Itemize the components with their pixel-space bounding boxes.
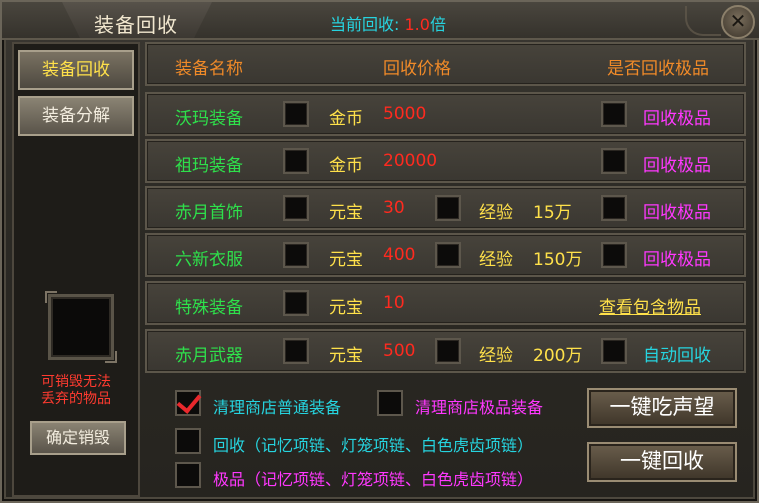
header-premium: 是否回收极品 (607, 59, 709, 79)
item-name: 祖玛装备 (175, 156, 243, 176)
rate-value: 1.0 (404, 15, 430, 34)
premium-checkbox[interactable] (601, 101, 627, 127)
currency: 金币 (329, 109, 363, 129)
exp-label: 经验 (479, 250, 513, 270)
recycle-checkbox[interactable] (283, 338, 309, 364)
exp-checkbox[interactable] (435, 195, 461, 221)
recycle-checkbox[interactable] (283, 290, 309, 316)
exp-checkbox[interactable] (435, 338, 461, 364)
item-name: 沃玛装备 (175, 109, 243, 129)
currency: 元宝 (329, 346, 363, 366)
table-row: 赤月武器 元宝 500 经验 200万 自动回收 (145, 329, 746, 373)
warning-line-2: 丢弃的物品 (41, 391, 111, 407)
premium-label: 回收极品 (643, 109, 711, 129)
premium-label: 回收极品 (643, 250, 711, 270)
header-name: 装备名称 (175, 59, 243, 79)
confirm-destroy-button[interactable]: 确定销毁 (30, 421, 126, 455)
warning-line-1: 可销毁无法 (41, 374, 111, 390)
premium-checkbox[interactable] (601, 195, 627, 221)
premium-checkbox[interactable] (601, 148, 627, 174)
destroy-item-slot[interactable] (45, 291, 117, 363)
amount: 500 (383, 341, 416, 361)
corner-ornament (685, 6, 721, 36)
item-name: 赤月武器 (175, 346, 243, 366)
recycle-checkbox[interactable] (283, 101, 309, 127)
auto-recycle-checkbox[interactable] (601, 338, 627, 364)
rate-unit: 倍 (429, 15, 446, 34)
clear-normal-label: 清理商店普通装备 (213, 398, 342, 417)
item-name: 六新衣服 (175, 250, 243, 270)
recycle-necklace-checkbox[interactable] (175, 428, 201, 454)
rate-label: 当前回收: (330, 15, 400, 34)
tab-equipment-recycle[interactable]: 装备回收 (18, 50, 134, 90)
header-price: 回收价格 (383, 59, 451, 79)
consume-fame-button[interactable]: 一键吃声望 (587, 388, 737, 428)
table-row: 沃玛装备 金币 5000 回收极品 (145, 92, 746, 136)
table-row: 祖玛装备 金币 20000 回收极品 (145, 139, 746, 183)
clear-normal-checkbox[interactable] (175, 390, 201, 416)
recycle-necklace-label: 回收（记忆项链、灯笼项链、白色虎齿项链） (213, 436, 534, 455)
currency: 元宝 (329, 203, 363, 223)
table-row: 六新衣服 元宝 400 经验 150万 回收极品 (145, 233, 746, 277)
recycle-checkbox[interactable] (283, 148, 309, 174)
table-row: 赤月首饰 元宝 30 经验 15万 回收极品 (145, 186, 746, 230)
amount: 20000 (383, 151, 438, 171)
recycle-rate: 当前回收: 1.0倍 (330, 11, 446, 35)
currency: 金币 (329, 156, 363, 176)
exp-checkbox[interactable] (435, 242, 461, 268)
options-panel: 清理商店普通装备 清理商店极品装备 回收（记忆项链、灯笼项链、白色虎齿项链） 极… (145, 382, 751, 497)
premium-checkbox[interactable] (601, 242, 627, 268)
recycle-checkbox[interactable] (283, 242, 309, 268)
table-row: 特殊装备 元宝 10 查看包含物品 (145, 281, 746, 325)
sidebar: 装备回收 装备分解 可销毁无法 丢弃的物品 确定销毁 (12, 42, 140, 497)
item-name: 赤月首饰 (175, 203, 243, 223)
item-name: 特殊装备 (175, 298, 243, 318)
close-button[interactable]: ✕ (721, 5, 755, 39)
window-title: 装备回收 (94, 13, 178, 37)
destroy-warning: 可销毁无法 丢弃的物品 (18, 374, 134, 408)
exp-value: 200万 (533, 346, 583, 366)
auto-recycle-label: 自动回收 (643, 346, 711, 366)
currency: 元宝 (329, 250, 363, 270)
tab-equipment-decompose[interactable]: 装备分解 (18, 96, 134, 136)
table-header: 装备名称 回收价格 是否回收极品 (145, 42, 746, 86)
amount: 30 (383, 198, 405, 218)
amount: 400 (383, 245, 416, 265)
premium-label: 回收极品 (643, 156, 711, 176)
recycle-window: 装备回收 当前回收: 1.0倍 ✕ 装备回收 装备分解 可销毁无法 丢弃的物品 … (0, 0, 759, 503)
recycle-checkbox[interactable] (283, 195, 309, 221)
amount: 5000 (383, 104, 427, 124)
exp-label: 经验 (479, 203, 513, 223)
title-bar: 装备回收 当前回收: 1.0倍 ✕ (2, 2, 759, 40)
clear-premium-label: 清理商店极品装备 (415, 398, 544, 417)
currency: 元宝 (329, 298, 363, 318)
premium-necklace-checkbox[interactable] (175, 462, 201, 488)
recycle-table: 装备名称 回收价格 是否回收极品 沃玛装备 金币 5000 回收极品 祖玛装备 … (145, 42, 751, 380)
exp-value: 15万 (533, 203, 572, 223)
clear-premium-checkbox[interactable] (377, 390, 403, 416)
view-contents-link[interactable]: 查看包含物品 (599, 293, 701, 318)
premium-label: 回收极品 (643, 203, 711, 223)
recycle-all-button[interactable]: 一键回收 (587, 442, 737, 482)
amount: 10 (383, 293, 405, 313)
premium-necklace-label: 极品（记忆项链、灯笼项链、白色虎齿项链） (213, 470, 534, 489)
exp-label: 经验 (479, 346, 513, 366)
exp-value: 150万 (533, 250, 583, 270)
